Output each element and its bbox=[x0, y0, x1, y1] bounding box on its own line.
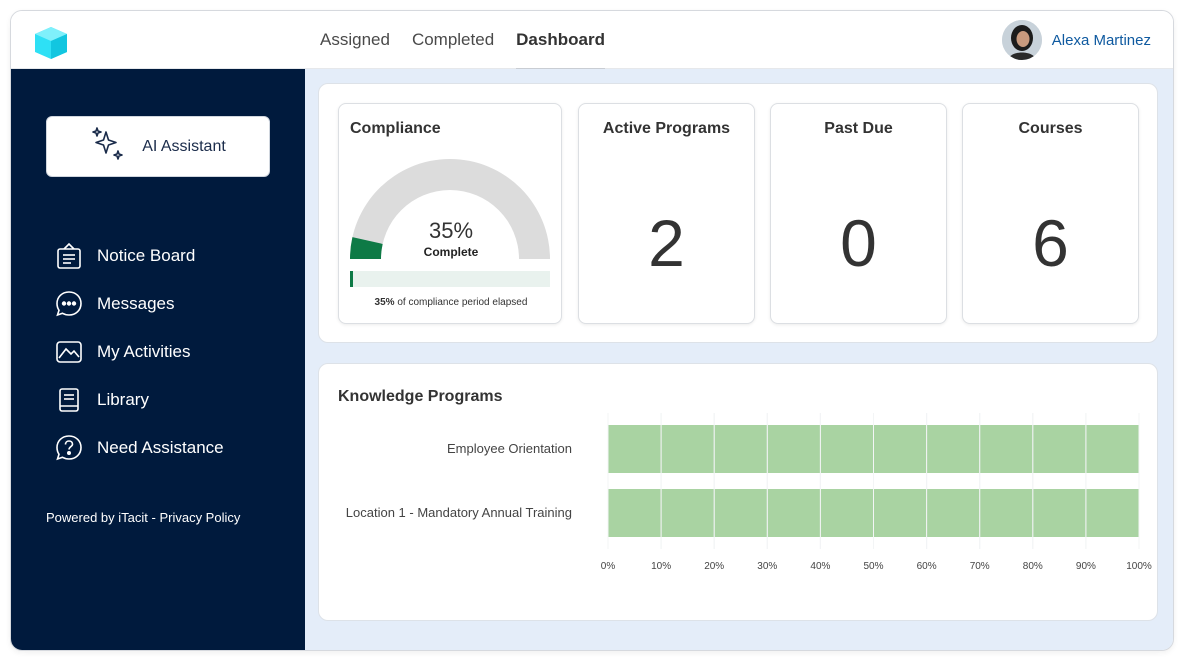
sidebar-item-label: Messages bbox=[97, 294, 175, 313]
user-menu[interactable]: Alexa Martinez bbox=[1001, 20, 1151, 60]
elapsed-label: of compliance period elapsed bbox=[397, 297, 528, 308]
elapsed-progress-fill bbox=[350, 271, 353, 287]
past-due-card[interactable]: Past Due 0 bbox=[770, 103, 947, 324]
chart-tick-label: 20% bbox=[704, 561, 724, 572]
chart-tick-label: 90% bbox=[1076, 561, 1096, 572]
activity-icon bbox=[55, 338, 83, 366]
elapsed-caption: 35% of compliance period elapsed bbox=[339, 297, 563, 308]
cube-logo-icon[interactable] bbox=[31, 25, 71, 61]
past-due-value: 0 bbox=[840, 206, 877, 280]
notice-board-icon bbox=[55, 242, 83, 270]
chart-tick-label: 50% bbox=[863, 561, 883, 572]
chart-tick-label: 10% bbox=[651, 561, 671, 572]
summary-panel: Compliance 35% Complete 35% of complianc… bbox=[318, 83, 1158, 343]
user-avatar[interactable] bbox=[1001, 20, 1042, 60]
knowledge-programs-panel: Knowledge Programs Employee Orientation L… bbox=[318, 363, 1158, 621]
ai-assistant-button[interactable]: AI Assistant bbox=[46, 116, 270, 177]
user-name[interactable]: Alexa Martinez bbox=[1052, 32, 1151, 49]
chart-tick-label: 80% bbox=[1023, 561, 1043, 572]
help-icon bbox=[55, 434, 83, 462]
main-content: Compliance 35% Complete 35% of complianc… bbox=[305, 69, 1173, 650]
sidebar-footer: Powered by iTacit - Privacy Policy bbox=[46, 510, 240, 525]
ai-assistant-label: AI Assistant bbox=[142, 137, 226, 155]
tab-assigned[interactable]: Assigned bbox=[320, 11, 390, 69]
chart-tick-label: 60% bbox=[917, 561, 937, 572]
compliance-card[interactable]: Compliance 35% Complete 35% of complianc… bbox=[338, 103, 562, 324]
sidebar-item-label: Notice Board bbox=[97, 246, 196, 265]
chart-tick-label: 30% bbox=[757, 561, 777, 572]
sidebar-item-label: My Activities bbox=[97, 342, 191, 361]
book-icon bbox=[55, 386, 83, 414]
footer-separator: - bbox=[147, 510, 160, 525]
chat-bubble-icon bbox=[55, 290, 83, 318]
sparkles-icon bbox=[90, 126, 126, 167]
chart-tick-label: 0% bbox=[601, 561, 616, 572]
chart-tick-label: 70% bbox=[970, 561, 990, 572]
courses-card[interactable]: Courses 6 bbox=[962, 103, 1139, 324]
sidebar-item-library[interactable]: Library bbox=[55, 376, 224, 424]
sidebar-item-messages[interactable]: Messages bbox=[55, 280, 224, 328]
tab-dashboard[interactable]: Dashboard bbox=[516, 11, 605, 70]
powered-by-link[interactable]: Powered by iTacit bbox=[46, 510, 148, 525]
compliance-title: Compliance bbox=[350, 120, 441, 137]
elapsed-progress-bar bbox=[350, 271, 550, 287]
sidebar-item-label: Need Assistance bbox=[97, 438, 224, 457]
chart-category-label: Employee Orientation bbox=[447, 441, 572, 456]
courses-value: 6 bbox=[1032, 206, 1069, 280]
sidebar-item-label: Library bbox=[97, 390, 149, 409]
sidebar: AI Assistant Notice Board Messages My Ac… bbox=[11, 69, 305, 650]
chart-category-label: Location 1 - Mandatory Annual Training bbox=[346, 505, 572, 520]
knowledge-programs-chart: Employee Orientation Location 1 - Mandato… bbox=[346, 413, 1152, 572]
courses-title: Courses bbox=[1018, 120, 1083, 137]
chart-tick-label: 40% bbox=[810, 561, 830, 572]
compliance-percent: 35% bbox=[428, 218, 474, 243]
top-bar: Assigned Completed Dashboard Alexa Marti… bbox=[11, 11, 1173, 70]
active-programs-card[interactable]: Active Programs 2 bbox=[578, 103, 755, 324]
app-window: Assigned Completed Dashboard Alexa Marti… bbox=[10, 10, 1174, 651]
privacy-policy-link[interactable]: Privacy Policy bbox=[159, 510, 240, 525]
elapsed-percent: 35% bbox=[374, 297, 395, 308]
chart-tick-label: 100% bbox=[1126, 561, 1152, 572]
past-due-title: Past Due bbox=[824, 120, 893, 137]
sidebar-item-my-activities[interactable]: My Activities bbox=[55, 328, 224, 376]
sidebar-menu: Notice Board Messages My Activities Libr… bbox=[55, 232, 224, 472]
main-nav: Assigned Completed Dashboard bbox=[320, 11, 605, 70]
compliance-status: Complete bbox=[423, 245, 479, 259]
sidebar-item-need-assistance[interactable]: Need Assistance bbox=[55, 424, 224, 472]
active-programs-value: 2 bbox=[648, 206, 685, 280]
active-programs-title: Active Programs bbox=[602, 120, 731, 137]
sidebar-item-notice-board[interactable]: Notice Board bbox=[55, 232, 224, 280]
tab-completed[interactable]: Completed bbox=[412, 11, 494, 69]
